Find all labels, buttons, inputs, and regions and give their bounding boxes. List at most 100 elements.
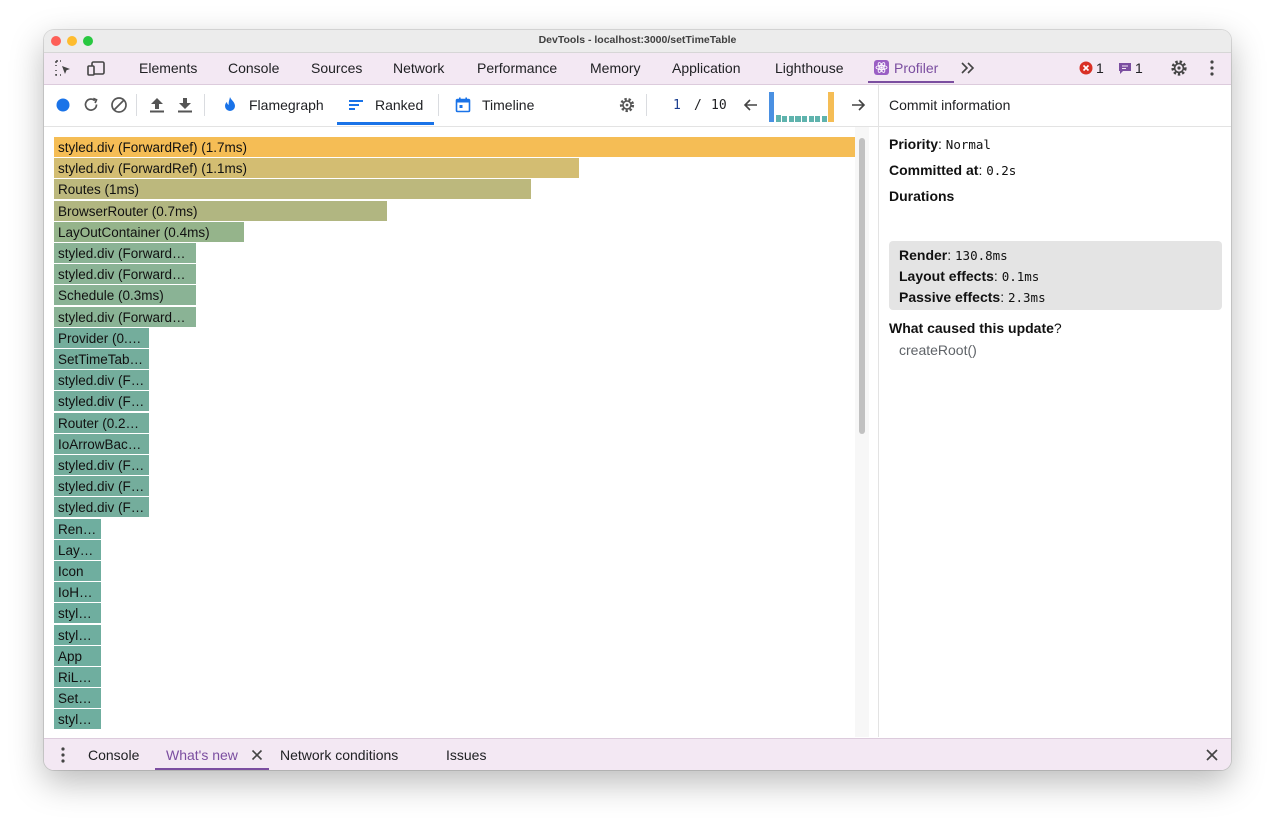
commit-bar[interactable] [808, 116, 814, 122]
message-icon[interactable] [1117, 60, 1133, 76]
commit-selector[interactable] [769, 92, 835, 122]
ranked-tab-label[interactable]: Ranked [375, 97, 423, 113]
gear-icon[interactable] [617, 95, 637, 115]
ranked-bar[interactable]: Layout [54, 539, 101, 560]
commit-bar[interactable] [775, 115, 781, 122]
commit-bar[interactable] [821, 116, 827, 122]
ranked-bar[interactable]: styled.div (ForwardRef) [54, 370, 149, 391]
ranked-bar[interactable]: styled.div [54, 624, 101, 645]
record-icon[interactable] [53, 95, 73, 115]
ranked-bar[interactable]: styled.div (ForwardRef) (1.1ms) [54, 158, 579, 179]
ranked-bar[interactable]: Icon [54, 561, 101, 581]
commit-bar[interactable] [782, 116, 788, 122]
main-tab-bar: Elements Console Sources Network Perform… [44, 53, 1231, 85]
update-cause-value[interactable]: createRoot() [899, 342, 977, 358]
tab-profiler[interactable]: Profiler [868, 53, 954, 83]
commit-bar[interactable] [815, 116, 821, 122]
ranked-bar[interactable]: RiLogoutBox [54, 667, 101, 687]
drawer-tab-network-conditions[interactable]: Network conditions [280, 747, 398, 763]
ranked-bar[interactable]: LayOutContainer (0.4ms) [54, 221, 244, 242]
ranked-bar[interactable]: Routes (1ms) [54, 179, 531, 200]
ranked-bar[interactable]: styled.div (ForwardRef) [54, 243, 196, 263]
react-icon [874, 60, 889, 75]
flame-icon[interactable] [220, 95, 240, 115]
ranked-bar[interactable]: styled.div (ForwardRef) (1.7ms) [54, 137, 857, 157]
error-count[interactable]: 1 [1096, 60, 1104, 76]
error-icon[interactable] [1078, 60, 1094, 76]
timeline-tab-label[interactable]: Timeline [482, 97, 534, 113]
drawer-menu-icon[interactable] [53, 745, 73, 765]
kebab-menu-icon[interactable] [1202, 58, 1222, 78]
priority-value: Normal [945, 137, 991, 152]
ranked-bar[interactable]: styled.div (ForwardRef) [54, 306, 196, 327]
upload-icon[interactable] [147, 95, 167, 115]
drawer-tab-whats-new[interactable]: What's new [166, 747, 238, 763]
device-toggle-icon[interactable] [86, 58, 106, 78]
ranked-bar[interactable]: styled.div (ForwardRef) [54, 391, 149, 412]
arrow-right-icon[interactable] [848, 95, 868, 115]
more-tabs-icon[interactable] [958, 58, 978, 78]
bottom-drawer: Console What's new Network conditions Is… [44, 738, 1231, 770]
commit-bar[interactable] [802, 116, 808, 122]
download-icon[interactable] [175, 95, 195, 115]
ranked-bar[interactable]: IoArrowBack (0.2ms) [54, 433, 149, 454]
chart-scrollbar-thumb[interactable] [859, 138, 865, 434]
whats-new-tab-indicator [155, 768, 269, 770]
passive-effects-label: Passive effects [899, 289, 1001, 305]
layout-effects-row: Layout effects: 0.1ms [899, 268, 1040, 284]
tab-console[interactable]: Console [228, 60, 279, 76]
tab-application[interactable]: Application [672, 60, 741, 76]
committed-at-label: Committed at [889, 162, 979, 178]
tab-sources[interactable]: Sources [311, 60, 362, 76]
drawer-tab-issues[interactable]: Issues [446, 747, 486, 763]
ranked-bar[interactable]: SetTime [54, 688, 101, 709]
commit-bar[interactable] [788, 116, 794, 122]
ranked-bar[interactable]: styled.div [54, 603, 101, 624]
ranked-bar[interactable]: BrowserRouter (0.7ms) [54, 200, 387, 221]
render-label: Render [899, 247, 948, 263]
ranked-bar[interactable]: SetTimeTable (0.2ms) [54, 349, 149, 369]
ranked-bar[interactable]: Schedule (0.3ms) [54, 285, 196, 306]
reload-icon[interactable] [81, 95, 101, 115]
gear-icon[interactable] [1169, 58, 1189, 78]
close-icon[interactable] [249, 747, 265, 763]
inspect-element-icon[interactable] [53, 58, 73, 78]
priority-row: Priority: Normal [889, 136, 991, 152]
ranked-bar[interactable]: Render [54, 518, 101, 539]
ranked-bar[interactable]: styled.div (ForwardRef) [54, 264, 196, 285]
message-count[interactable]: 1 [1135, 60, 1143, 76]
ranked-bar[interactable]: App [54, 645, 101, 666]
render-duration-row: Render: 130.8ms [899, 247, 1008, 263]
ranked-bar[interactable]: styled.div (ForwardRef) [54, 455, 149, 475]
priority-label: Priority [889, 136, 939, 152]
commit-separator: / [694, 98, 702, 113]
commit-bar[interactable] [769, 92, 775, 122]
commit-current: 1 [673, 98, 681, 113]
drawer-tab-console[interactable]: Console [88, 747, 139, 763]
tab-performance[interactable]: Performance [477, 60, 557, 76]
layout-effects-value: 0.1ms [1001, 269, 1040, 284]
ranked-icon[interactable] [346, 95, 366, 115]
ranked-bar[interactable]: IoHome [54, 582, 101, 603]
tab-memory[interactable]: Memory [590, 60, 641, 76]
devtools-window: DevTools - localhost:3000/setTimeTable E… [44, 30, 1231, 770]
ranked-bar[interactable]: styled.div [54, 709, 101, 730]
tab-profiler-label: Profiler [894, 60, 939, 76]
clear-icon[interactable] [109, 95, 129, 115]
ranked-bar[interactable]: styled.div (ForwardRef) [54, 497, 149, 518]
ranked-chart: styled.div (ForwardRef) (1.7ms) styled.di… [44, 127, 878, 737]
passive-effects-row: Passive effects: 2.3ms [899, 289, 1046, 305]
ranked-bar[interactable]: styled.div (ForwardRef) [54, 476, 149, 497]
ranked-bar[interactable]: Router (0.2ms) [54, 412, 149, 433]
commit-bar[interactable] [795, 116, 801, 122]
arrow-left-icon[interactable] [741, 95, 761, 115]
title-bar: DevTools - localhost:3000/setTimeTable [44, 30, 1231, 53]
flamegraph-tab-label[interactable]: Flamegraph [249, 97, 324, 113]
close-drawer-icon[interactable] [1202, 745, 1222, 765]
tab-network[interactable]: Network [393, 60, 444, 76]
ranked-bar[interactable]: Provider (0.2ms) [54, 327, 149, 348]
tab-elements[interactable]: Elements [139, 60, 197, 76]
tab-lighthouse[interactable]: Lighthouse [775, 60, 844, 76]
calendar-icon[interactable] [453, 95, 473, 115]
commit-bar[interactable] [828, 92, 834, 122]
